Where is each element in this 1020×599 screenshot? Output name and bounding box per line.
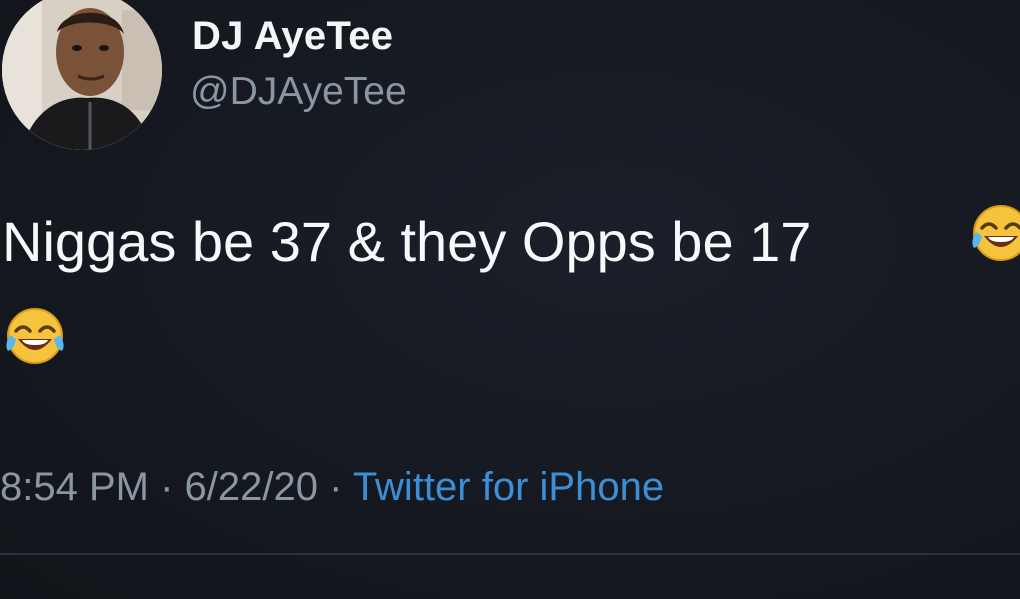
- tweet-text: Niggas be 37 & they Opps be 17: [2, 200, 1020, 284]
- display-name[interactable]: DJ AyeTee: [192, 14, 393, 59]
- tweet-date[interactable]: 6/22/20: [185, 465, 318, 509]
- user-handle[interactable]: @DJAyeTee: [190, 70, 407, 114]
- meta-separator: ·: [317, 465, 353, 509]
- tweet-body: Niggas be 37 & they Opps be 17: [2, 210, 812, 273]
- tweet-source-link[interactable]: Twitter for iPhone: [353, 465, 664, 509]
- face-with-tears-of-joy-icon: [4, 305, 66, 367]
- tweet-card: DJ AyeTee @DJAyeTee Niggas be 37 & they …: [0, 0, 1020, 599]
- avatar-photo: [2, 0, 162, 150]
- face-with-tears-of-joy-icon: [970, 202, 1020, 264]
- divider: [0, 553, 1020, 555]
- tweet-metadata: 8:54 PM · 6/22/20 · Twitter for iPhone: [0, 465, 664, 510]
- meta-separator: ·: [148, 465, 185, 509]
- tweet-time[interactable]: 8:54 PM: [0, 465, 149, 509]
- avatar[interactable]: [2, 0, 162, 150]
